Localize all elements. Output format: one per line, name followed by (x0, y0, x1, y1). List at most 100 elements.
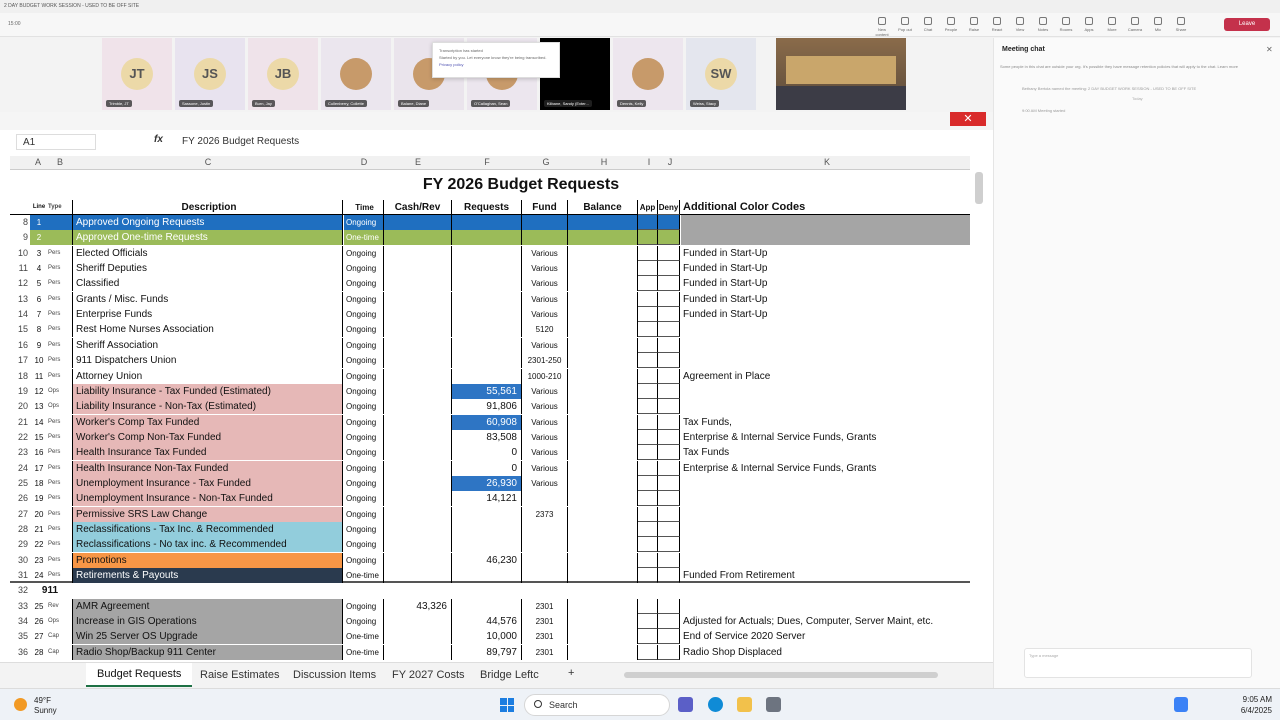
requests-cell[interactable] (452, 245, 522, 261)
color-code-cell[interactable]: Funded in Start-Up (681, 292, 970, 307)
participant-tile[interactable]: JT Trimble, JT (102, 38, 172, 110)
approve-cell[interactable] (638, 337, 658, 353)
time-cell[interactable]: Ongoing (344, 506, 384, 522)
fund-cell[interactable] (522, 522, 568, 537)
approve-cell[interactable] (638, 644, 658, 660)
fund-cell[interactable]: 2373 (522, 506, 568, 522)
mic-icon[interactable] (1174, 697, 1188, 712)
type-cell[interactable]: Cap (48, 629, 72, 644)
approve-cell[interactable] (638, 322, 658, 338)
description-cell[interactable]: Increase in GIS Operations (72, 614, 343, 630)
balance-cell[interactable] (568, 491, 638, 507)
type-cell[interactable]: Ops (48, 384, 72, 399)
fund-cell[interactable]: Various (522, 429, 568, 445)
type-cell[interactable]: Pers (48, 491, 72, 506)
type-cell[interactable]: Pers (48, 261, 72, 276)
balance-cell[interactable] (568, 276, 638, 292)
approve-cell[interactable] (638, 261, 658, 277)
type-cell[interactable] (48, 230, 72, 246)
toolbar-chat-button[interactable]: Chat (918, 17, 938, 32)
line-cell[interactable]: 4 (30, 261, 48, 276)
room-camera-video[interactable] (776, 38, 906, 110)
toolbar-mic-button[interactable]: Mic (1148, 17, 1168, 32)
time-cell[interactable]: Ongoing (344, 491, 384, 507)
type-cell[interactable]: Pers (48, 322, 72, 337)
approve-cell[interactable] (638, 276, 658, 292)
balance-cell[interactable] (568, 506, 638, 522)
participant-tile[interactable]: JB Burn, Jay (248, 38, 318, 110)
line-cell[interactable]: 3 (30, 246, 48, 261)
cash-rev-cell[interactable] (384, 337, 452, 353)
approve-cell[interactable] (638, 230, 658, 246)
type-cell[interactable]: Pers (48, 276, 72, 291)
approve-cell[interactable] (638, 245, 658, 261)
time-cell[interactable]: Ongoing (344, 276, 384, 292)
fund-cell[interactable]: 2301 (522, 614, 568, 630)
requests-cell[interactable]: 89,797 (452, 644, 522, 660)
color-code-cell[interactable]: Adjusted for Actuals; Dues, Computer, Se… (681, 614, 970, 629)
color-code-cell[interactable] (681, 553, 970, 568)
deny-cell[interactable] (658, 429, 680, 445)
approve-cell[interactable] (638, 568, 658, 584)
deny-cell[interactable] (658, 322, 680, 338)
balance-cell[interactable] (568, 291, 638, 307)
deny-cell[interactable] (658, 522, 680, 537)
line-cell[interactable]: 15 (30, 430, 48, 445)
time-cell[interactable]: Ongoing (344, 445, 384, 461)
approve-cell[interactable] (638, 291, 658, 307)
deny-cell[interactable] (658, 368, 680, 384)
cash-rev-cell[interactable] (384, 414, 452, 430)
add-sheet-icon[interactable]: + (568, 667, 574, 679)
time-cell[interactable]: One-time (344, 629, 384, 645)
cash-rev-cell[interactable] (384, 568, 452, 584)
approve-cell[interactable] (638, 629, 658, 645)
type-cell[interactable] (48, 215, 72, 230)
requests-cell[interactable] (452, 322, 522, 338)
type-cell[interactable]: Pers (48, 461, 72, 476)
color-code-cell[interactable]: Enterprise & Internal Service Funds, Gra… (681, 461, 970, 476)
description-cell[interactable]: Win 25 Server OS Upgrade (72, 629, 343, 645)
toolbar-people-button[interactable]: People (941, 17, 961, 32)
requests-cell[interactable] (452, 506, 522, 522)
cash-rev-cell[interactable] (384, 261, 452, 277)
balance-cell[interactable] (568, 429, 638, 445)
deny-cell[interactable] (658, 644, 680, 660)
type-cell[interactable]: Pers (48, 568, 72, 583)
fund-cell[interactable]: Various (522, 460, 568, 476)
horizontal-scrollbar[interactable] (624, 672, 938, 678)
time-cell[interactable]: Ongoing (344, 215, 384, 230)
type-cell[interactable]: Pers (48, 307, 72, 322)
file-explorer-icon[interactable] (737, 697, 752, 712)
approve-cell[interactable] (638, 522, 658, 537)
requests-cell[interactable] (452, 368, 522, 384)
color-code-cell[interactable] (681, 583, 970, 598)
participant-tile[interactable]: Dennis, Kelly (613, 38, 683, 110)
color-code-cell[interactable] (681, 322, 970, 337)
time-cell[interactable]: Ongoing (344, 353, 384, 369)
deny-cell[interactable] (658, 614, 680, 630)
balance-cell[interactable] (568, 383, 638, 399)
column-header[interactable]: F (472, 157, 502, 167)
tab-budget-requests[interactable]: Budget Requests (86, 663, 193, 687)
balance-cell[interactable] (568, 322, 638, 338)
time-cell[interactable]: One-time (344, 230, 384, 246)
requests-cell[interactable]: 60,908 (452, 414, 522, 430)
close-icon[interactable]: ✕ (1266, 45, 1273, 54)
color-code-cell[interactable] (681, 230, 970, 246)
color-code-cell[interactable]: Funded in Start-Up (681, 276, 970, 291)
description-cell[interactable] (72, 583, 343, 598)
description-cell[interactable]: Approved Ongoing Requests (72, 215, 343, 230)
column-header[interactable]: G (531, 157, 561, 167)
requests-cell[interactable]: 0 (452, 445, 522, 461)
type-cell[interactable]: Pers (48, 246, 72, 261)
sheet-tab[interactable]: Discussion Items (293, 669, 376, 681)
type-cell[interactable]: Pers (48, 522, 72, 537)
cash-rev-cell[interactable] (384, 215, 452, 230)
toolbar-more-button[interactable]: More (1102, 17, 1122, 32)
requests-cell[interactable]: 10,000 (452, 629, 522, 645)
requests-cell[interactable]: 26,930 (452, 475, 522, 491)
approve-cell[interactable] (638, 429, 658, 445)
color-code-cell[interactable] (681, 522, 970, 537)
requests-cell[interactable]: 14,121 (452, 491, 522, 507)
deny-cell[interactable] (658, 353, 680, 369)
